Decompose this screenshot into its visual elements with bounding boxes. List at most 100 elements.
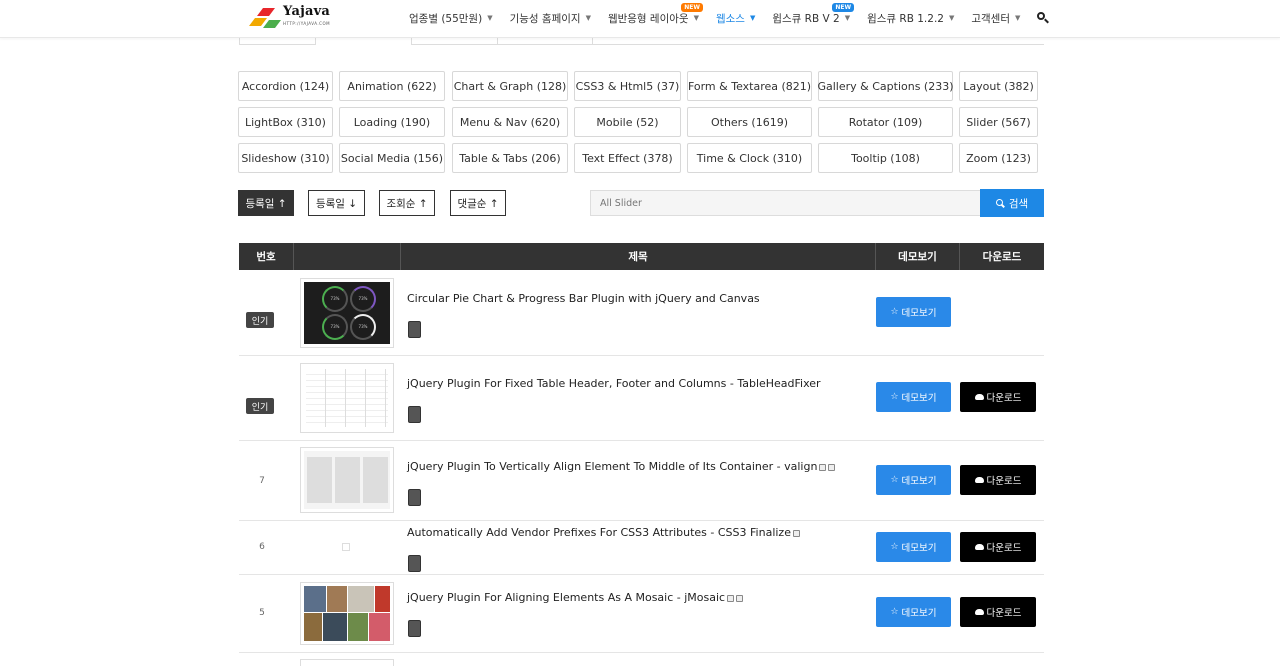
new-badge: NEW: [832, 2, 855, 12]
title-text: jQuery Plugin For Aligning Elements As A…: [407, 591, 726, 604]
category-lightbox[interactable]: LightBox (310): [238, 107, 333, 137]
tab-fragment: [239, 38, 316, 45]
category-loading[interactable]: Loading (190): [339, 107, 445, 137]
chevron-down-icon: ▼: [749, 14, 756, 22]
star-icon: ☆: [890, 475, 899, 485]
divider: [593, 44, 1044, 45]
nav-item-industry[interactable]: 업종별 (55만원) ▼: [409, 11, 493, 26]
col-header-download: 다운로드: [982, 251, 1022, 263]
table-row: 인기 jQuery Plugin For Fixed Table Header,…: [239, 356, 1044, 441]
category-slideshow[interactable]: Slideshow (310): [238, 143, 333, 173]
table-row: 5 jQuery Plugin For Aligning Elements As…: [239, 575, 1044, 653]
nav-item-functional[interactable]: 기능성 홈페이지 ▼: [510, 11, 591, 26]
mosaic-thumbnail: [304, 586, 390, 641]
category-social-media[interactable]: Social Media (156): [339, 143, 445, 173]
cloud-download-icon: [974, 609, 984, 615]
sort-date-desc-button[interactable]: 등록일 ↓: [308, 190, 365, 216]
category-others[interactable]: Others (1619): [687, 107, 812, 137]
item-title-link[interactable]: Circular Pie Chart & Progress Bar Plugin…: [407, 292, 760, 305]
row-number: 5: [259, 608, 265, 618]
item-title-link[interactable]: jQuery Plugin For Fixed Table Header, Fo…: [407, 377, 821, 390]
category-tooltip[interactable]: Tooltip (108): [818, 143, 953, 173]
site-logo[interactable]: Yajava HTTP://YAJAVA.COM: [249, 4, 349, 30]
download-button[interactable]: 다운로드: [960, 382, 1036, 412]
pie-chart-thumbnail: 73% 73% 73% 73%: [304, 282, 390, 344]
category-mobile[interactable]: Mobile (52): [574, 107, 681, 137]
nav-label: 윕스큐 RB V 2: [772, 12, 840, 25]
sort-comments-button[interactable]: 댓글순 ↑: [450, 190, 506, 216]
table-header: 번호 제목 데모보기 다운로드: [239, 243, 1044, 270]
demo-button[interactable]: ☆ 데모보기: [876, 382, 951, 412]
nav-label: 윕스큐 RB 1.2.2: [867, 12, 944, 25]
logo-mark-icon: [249, 8, 281, 28]
category-animation[interactable]: Animation (622): [339, 71, 445, 101]
chevron-down-icon: ▼: [585, 14, 591, 22]
download-button[interactable]: 다운로드: [960, 532, 1036, 562]
thumbnail[interactable]: [300, 659, 394, 666]
thumbnail[interactable]: 73% 73% 73% 73%: [300, 278, 394, 348]
broken-image-icon: [342, 543, 350, 551]
item-title-link[interactable]: Automatically Add Vendor Prefixes For CS…: [407, 526, 800, 539]
nav-item-support[interactable]: 고객센터 ▼: [971, 11, 1020, 26]
category-css3-html5[interactable]: CSS3 & Html5 (37): [574, 71, 681, 101]
nav-label: 업종별 (55만원): [409, 12, 483, 25]
tag-icon: [408, 555, 421, 572]
nav-item-rb122[interactable]: 윕스큐 RB 1.2.2 ▼: [867, 11, 954, 26]
category-zoom[interactable]: Zoom (123): [959, 143, 1038, 173]
star-icon: ☆: [890, 307, 899, 317]
image-icon: [819, 463, 827, 471]
cloud-download-icon: [974, 544, 984, 550]
table-thumbnail: [304, 367, 390, 429]
category-gallery-captions[interactable]: Gallery & Captions (233): [817, 71, 954, 101]
search-input[interactable]: [590, 190, 980, 216]
category-text-effect[interactable]: Text Effect (378): [574, 143, 681, 173]
valign-thumbnail: [304, 451, 390, 509]
sort-views-button[interactable]: 조회순 ↑: [379, 190, 435, 216]
nav-item-rbv2[interactable]: 윕스큐 RB V 2 ▼ NEW: [772, 2, 855, 26]
search-button[interactable]: 검색: [980, 189, 1044, 217]
category-slider[interactable]: Slider (567): [959, 107, 1038, 137]
download-label: 다운로드: [986, 476, 1022, 487]
nav-item-websource[interactable]: 웹소스 ▼: [716, 11, 755, 26]
table-row: 6 Automatically Add Vendor Prefixes For …: [239, 521, 1044, 575]
nav-label: 기능성 홈페이지: [509, 12, 581, 25]
demo-button[interactable]: ☆ 데모보기: [876, 532, 951, 562]
file-icon: [736, 594, 744, 602]
tab-fragment: [497, 38, 593, 45]
thumbnail[interactable]: [300, 447, 394, 513]
search-button-label: 검색: [1008, 197, 1029, 210]
logo-text: Yajava: [283, 4, 330, 19]
item-title-link[interactable]: jQuery Plugin To Vertically Align Elemen…: [407, 460, 836, 473]
category-rotator[interactable]: Rotator (109): [818, 107, 953, 137]
search-icon[interactable]: [1037, 12, 1050, 24]
search-icon: [995, 198, 1005, 208]
download-button[interactable]: 다운로드: [960, 465, 1036, 495]
tag-icon: [408, 489, 421, 506]
category-menu-nav[interactable]: Menu & Nav (620): [452, 107, 568, 137]
chevron-down-icon: ▼: [1015, 14, 1021, 22]
sort-date-asc-button[interactable]: 등록일 ↑: [238, 190, 294, 216]
demo-button[interactable]: ☆ 데모보기: [876, 597, 951, 627]
category-time-clock[interactable]: Time & Clock (310): [687, 143, 812, 173]
demo-label: 데모보기: [901, 543, 937, 554]
star-icon: ☆: [890, 392, 899, 402]
demo-button[interactable]: ☆ 데모보기: [876, 297, 951, 327]
row-number: 7: [259, 476, 265, 486]
thumbnail[interactable]: [300, 363, 394, 433]
thumbnail[interactable]: [300, 582, 394, 645]
demo-button[interactable]: ☆ 데모보기: [876, 465, 951, 495]
category-form-textarea[interactable]: Form & Textarea (821): [687, 71, 812, 101]
download-button[interactable]: 다운로드: [960, 597, 1036, 627]
item-title-link[interactable]: jQuery Plugin For Aligning Elements As A…: [407, 591, 744, 604]
category-layout[interactable]: Layout (382): [959, 71, 1038, 101]
category-table-tabs[interactable]: Table & Tabs (206): [452, 143, 568, 173]
chevron-down-icon: ▼: [948, 14, 955, 22]
category-chart-graph[interactable]: Chart & Graph (128): [452, 71, 568, 101]
col-header-title: 제목: [401, 243, 876, 270]
nav-label: 웹반응형 레이아웃: [607, 12, 689, 25]
category-accordion[interactable]: Accordion (124): [238, 71, 333, 101]
nav-item-responsive[interactable]: 웹반응형 레이아웃 ▼ NEW: [607, 2, 703, 26]
col-header-thumb: [294, 243, 401, 270]
main-nav: 업종별 (55만원) ▼ 기능성 홈페이지 ▼ 웹반응형 레이아웃 ▼ NEW 웹소스 ▼…: [409, 0, 1050, 36]
cloud-download-icon: [974, 477, 984, 483]
